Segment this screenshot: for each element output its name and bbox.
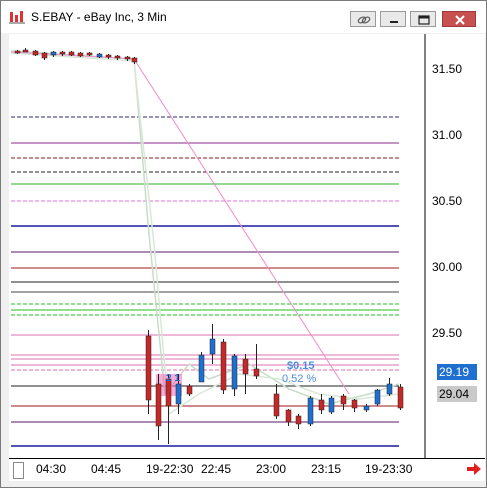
- ma-line-2: [10, 52, 400, 416]
- title-bar[interactable]: S.EBAY - eBay Inc, 3 Min: [1, 1, 486, 33]
- candle-body: [124, 56, 131, 60]
- candle-body: [50, 51, 57, 56]
- candle-body: [145, 335, 152, 401]
- ma-line: [10, 50, 400, 405]
- change-annotation: $0.15: [287, 360, 315, 372]
- price-chart[interactable]: [9, 34, 485, 458]
- candle-body: [105, 54, 112, 58]
- link-button[interactable]: [350, 11, 376, 27]
- trend-line: [10, 51, 350, 395]
- maximize-button[interactable]: [410, 11, 436, 27]
- candle-body: [363, 405, 370, 411]
- close-button[interactable]: [442, 11, 476, 27]
- candle-body: [318, 399, 325, 411]
- candle-body: [340, 395, 347, 405]
- candle-body: [41, 52, 48, 59]
- indicator-lines: [10, 50, 400, 416]
- candle-body: [186, 385, 193, 395]
- chart-icon: [9, 11, 25, 24]
- last-price-badge: 29.19: [437, 364, 477, 380]
- maximize-icon: [418, 15, 430, 25]
- candle-body: [386, 383, 393, 395]
- price-label-3100: 31.00: [432, 128, 463, 142]
- candle-body: [307, 397, 314, 425]
- time-label: 23:15: [311, 462, 342, 476]
- chart-area[interactable]: 31.50 31.00 30.50 30.00 29.50 29.19 29.0…: [9, 34, 485, 458]
- candle-body: [295, 415, 302, 425]
- window-title: S.EBAY - eBay Inc, 3 Min: [31, 10, 167, 24]
- candle-body: [273, 393, 280, 417]
- time-label: 22:45: [201, 462, 232, 476]
- candle-body: [198, 354, 205, 383]
- candle-body: [242, 358, 249, 375]
- candle-body: [114, 55, 121, 59]
- time-label: 23:00: [256, 462, 287, 476]
- close-icon: [455, 15, 465, 25]
- time-label: 19-23:30: [365, 462, 413, 476]
- current-price-badge: 29.04: [437, 386, 477, 402]
- candle-body: [155, 383, 162, 427]
- candle-body: [68, 51, 75, 56]
- candle-body: [59, 51, 66, 55]
- candle-body: [253, 368, 260, 377]
- candle-body: [131, 57, 138, 63]
- candle-body: [22, 49, 29, 53]
- time-axis: 04:30 04:45 19-22:30 22:45 23:00 23:15 1…: [9, 458, 485, 481]
- time-label: 19-22:30: [146, 462, 194, 476]
- candle-body: [14, 50, 21, 54]
- candle-body: [351, 399, 358, 409]
- candle-body: [397, 386, 404, 409]
- percent-annotation: 0.52 %: [282, 373, 317, 385]
- candle-body: [96, 53, 103, 58]
- chart-window: S.EBAY - eBay Inc, 3 Min 31.50 31.00 30.…: [0, 0, 487, 488]
- price-label-3150: 31.50: [432, 62, 463, 76]
- price-label-2950: 29.50: [432, 326, 463, 340]
- minimize-button[interactable]: [380, 11, 406, 27]
- price-label-3000: 30.00: [432, 260, 463, 274]
- candle-body: [32, 50, 39, 56]
- candle-body: [220, 341, 227, 391]
- candle-body: [374, 389, 381, 405]
- candle-body: [175, 383, 182, 405]
- candles: [14, 48, 404, 444]
- candle-body: [209, 338, 216, 355]
- price-label-3050: 30.50: [432, 194, 463, 208]
- time-label: 04:30: [36, 462, 67, 476]
- link-icon: [357, 16, 371, 24]
- candle-body: [86, 52, 93, 56]
- candle-body: [285, 409, 292, 423]
- minimize-icon: [390, 21, 398, 23]
- candle-body: [77, 52, 84, 57]
- scroll-right-icon[interactable]: [465, 461, 483, 477]
- candle-body: [231, 355, 238, 390]
- candle-body: [328, 397, 335, 413]
- scroll-start-box[interactable]: [13, 462, 24, 479]
- time-label: 04:45: [91, 462, 122, 476]
- selection-label: 2 1: [166, 373, 180, 384]
